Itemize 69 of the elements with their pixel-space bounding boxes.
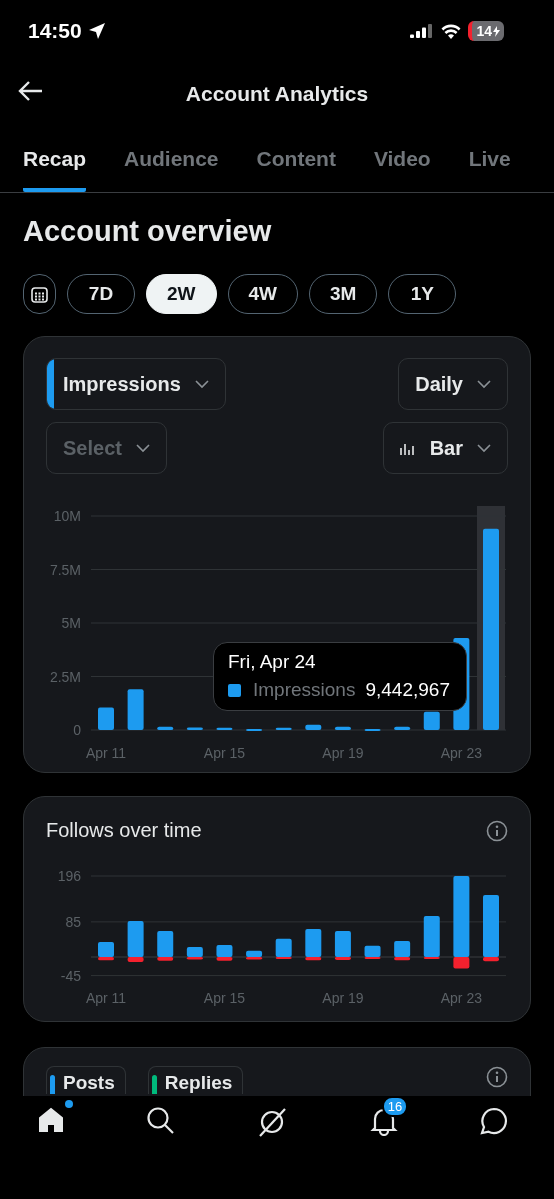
bar: [364, 728, 381, 731]
axis-label: 7.5M: [49, 561, 81, 578]
charging-bolt-icon: [493, 25, 500, 37]
chevron-down-icon: [477, 379, 491, 389]
axis-label: 2.5M: [49, 668, 81, 685]
tab[interactable]: Video: [373, 126, 431, 192]
axis-label: 10M: [53, 508, 81, 524]
axis-label: 5M: [61, 615, 81, 631]
axis-label: 85: [65, 913, 81, 930]
axis-label: Apr 15: [203, 745, 246, 761]
back-arrow-icon: [18, 80, 44, 102]
bar: [334, 726, 351, 730]
bar: [275, 727, 292, 730]
notification-badge: 16: [381, 1096, 409, 1117]
chat-bubble-icon: [479, 1106, 510, 1136]
chart-type-dropdown[interactable]: Bar: [382, 422, 508, 474]
axis-label: Apr 19: [322, 990, 364, 1006]
axis-label: Apr 11: [85, 745, 127, 761]
metric-dropdown[interactable]: Impressions: [46, 358, 226, 410]
tooltip-series: Impressions: [253, 679, 356, 701]
axis-label: Apr 23: [440, 990, 482, 1006]
location-arrow-icon: [87, 22, 106, 40]
legend-swatch: [228, 683, 241, 697]
tab[interactable]: Content: [256, 126, 336, 192]
axis-label: 196: [57, 868, 81, 884]
wifi-icon: [441, 23, 462, 39]
chevron-down-icon: [477, 443, 491, 453]
info-icon[interactable]: [486, 1066, 508, 1088]
bar: [127, 689, 144, 730]
bar: [186, 727, 203, 730]
bar: [423, 711, 440, 730]
section-title: Account overview: [23, 215, 273, 248]
range-button[interactable]: 2W: [146, 274, 217, 314]
battery-level: 14: [468, 21, 504, 41]
interval-dropdown[interactable]: Daily: [398, 358, 508, 410]
axis-label: Apr 23: [440, 745, 482, 761]
chevron-down-icon: [194, 379, 209, 389]
search-icon: [146, 1106, 176, 1135]
axis-label: Apr 19: [322, 745, 364, 761]
home-icon: [36, 1106, 65, 1134]
calendar-icon: [31, 285, 48, 303]
bar: [246, 728, 263, 731]
tab[interactable]: Audience: [124, 126, 219, 192]
unread-dot: [64, 1100, 73, 1108]
bar: [98, 707, 114, 730]
signal-icon: [410, 24, 435, 38]
axis-label: Apr 15: [203, 990, 246, 1006]
calendar-button[interactable]: [23, 274, 56, 314]
axis-label: 0: [73, 722, 81, 738]
slashed-circle-icon: [256, 1106, 289, 1138]
bar: [394, 726, 411, 730]
info-icon[interactable]: [486, 819, 508, 842]
tooltip-date: Fri, Apr 24: [228, 651, 317, 673]
card-title: Follows over time: [46, 819, 202, 842]
bar: [216, 727, 233, 730]
chevron-down-icon: [135, 443, 150, 453]
bar-chart-icon: [399, 441, 416, 455]
tab[interactable]: Live: [468, 126, 511, 192]
page-title: Account Analytics: [185, 82, 369, 106]
status-time: 14:50: [28, 19, 82, 43]
filter-button[interactable]: Replies: [147, 1066, 244, 1094]
axis-label: -45: [60, 967, 81, 984]
filter-button[interactable]: Posts: [46, 1066, 126, 1094]
back-button[interactable]: [18, 80, 44, 102]
bar: [157, 726, 174, 730]
axis-label: Apr 11: [85, 990, 127, 1006]
tooltip-value: 9,442,967: [365, 679, 450, 701]
tab[interactable]: Recap: [23, 126, 87, 192]
bar: [305, 724, 322, 730]
